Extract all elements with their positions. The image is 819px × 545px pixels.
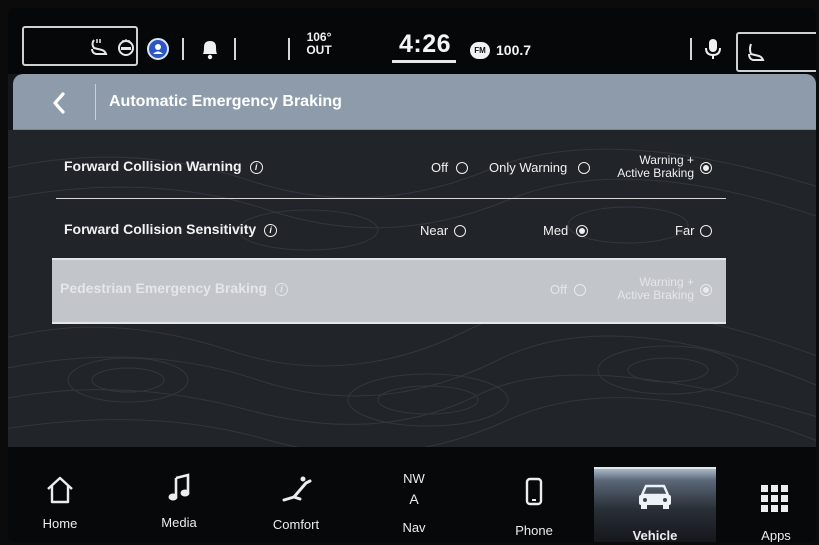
outside-temperature: 106° OUT [299,31,339,57]
option-label-line2: Active Braking [617,166,694,180]
setting-label-text: Pedestrian Emergency Braking [60,280,267,296]
settings-panel: Forward Collision Warning i Off Only Warn… [8,130,816,447]
sensitivity-option-med[interactable]: Med [543,223,568,238]
nav-media-label: Media [161,515,197,530]
clock: 4:26 [398,30,452,58]
car-icon [639,484,671,509]
nav-navigation[interactable]: NW A Nav [364,447,464,542]
sensitivity-radio-med[interactable] [576,225,588,237]
fcw-option-only-warning[interactable]: Only Warning [489,160,567,175]
forward-collision-warning-label: Forward Collision Warning i [64,158,263,174]
nav-home[interactable]: Home [10,447,110,542]
nav-phone[interactable]: Phone [484,447,584,542]
page-title: Automatic Emergency Braking [109,93,342,110]
nav-apps-label: Apps [761,528,791,542]
ped-radio-warning-active-braking[interactable] [700,284,712,296]
seat-comfort-icon [282,476,312,502]
temperature-label: OUT [306,43,332,57]
nav-phone-label: Phone [515,523,553,538]
status-separator [234,38,236,60]
passenger-seat-box[interactable] [736,32,816,72]
compass-heading: NW [403,471,425,486]
setting-label-text: Forward Collision Warning [64,158,242,174]
bottom-navigation: Home Media Comfort NW A Nav Phone Vehicl… [8,447,816,542]
notification-bell-icon[interactable] [199,37,221,61]
header-separator [95,84,96,120]
music-note-icon [168,473,190,501]
infotainment-screen: 106° OUT 4:26 FM 100.7 Automatic Emergen… [8,8,816,542]
passenger-seat-icon[interactable] [746,41,768,63]
sensitivity-radio-near[interactable] [454,225,466,237]
nav-vehicle-label: Vehicle [632,528,678,542]
nav-comfort[interactable]: Comfort [246,447,346,542]
driver-profile-icon[interactable] [146,37,170,61]
option-label: Off [550,282,568,297]
apps-grid-icon [761,485,788,512]
radio-frequency[interactable]: 100.7 [496,42,531,58]
status-separator [182,38,184,60]
status-separator [288,38,290,60]
fcw-radio-warning-active-braking[interactable] [700,162,712,174]
radio-band-badge[interactable]: FM [470,42,490,59]
row-divider [56,198,726,199]
sensitivity-radio-far[interactable] [700,225,712,237]
pedestrian-emergency-braking-label: Pedestrian Emergency Braking i [60,280,288,296]
fcw-option-warning-active-braking[interactable]: Warning + Active Braking [606,154,694,180]
nav-comfort-label: Comfort [272,517,320,532]
phone-icon [525,477,543,506]
fcw-option-off[interactable]: Off [431,160,448,175]
pedestrian-emergency-braking-row[interactable]: Pedestrian Emergency Braking i Off Warnin… [52,258,726,324]
home-icon [47,476,73,504]
ped-option-warning-active-braking[interactable]: Warning + Active Braking [606,276,694,302]
option-label: Near [420,223,449,238]
option-label: Far [675,223,695,238]
option-label: Only Warning [489,160,568,175]
nav-vehicle[interactable]: Vehicle [605,447,705,542]
compass-arrow: A [409,491,419,507]
option-label: Med [543,223,569,238]
status-separator [690,38,692,60]
nav-media[interactable]: Media [129,447,229,542]
info-icon[interactable]: i [264,224,278,237]
fcw-radio-off[interactable] [456,162,468,174]
heated-seat-icon[interactable] [88,36,110,58]
page-header: Automatic Emergency Braking [13,74,816,131]
forward-collision-sensitivity-label: Forward Collision Sensitivity i [64,221,278,237]
nav-apps[interactable]: Apps [726,447,816,542]
ped-option-off[interactable]: Off [550,282,567,297]
option-label: Off [431,160,449,175]
setting-label-text: Forward Collision Sensitivity [64,221,257,237]
nav-navigation-label: Nav [402,520,426,535]
sensitivity-option-far[interactable]: Far [675,223,695,238]
nav-home-label: Home [42,516,78,531]
back-arrow-icon[interactable] [43,88,79,118]
sensitivity-option-near[interactable]: Near [420,223,448,238]
ped-radio-off[interactable] [574,284,586,296]
status-bar: 106° OUT 4:26 FM 100.7 [8,8,816,74]
clock-underline [392,60,456,63]
option-label-line2: Active Braking [617,288,694,302]
microphone-icon[interactable] [704,37,722,61]
seat-controls-box[interactable] [22,26,138,66]
info-icon[interactable]: i [274,283,288,296]
fcw-radio-only-warning[interactable] [578,162,590,174]
info-icon[interactable]: i [249,161,263,174]
heated-steering-wheel-icon[interactable] [116,37,136,57]
